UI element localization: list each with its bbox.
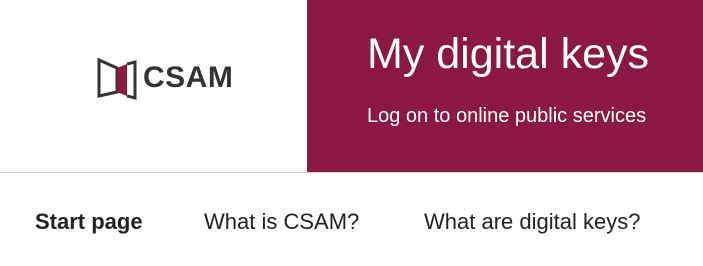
page-title: My digital keys [367,30,649,78]
csam-logo-link[interactable]: CSAM [97,56,233,100]
logo-text: CSAM [143,61,234,94]
main-nav: Start page What is CSAM? What are digita… [0,173,703,266]
nav-item-start-page[interactable]: Start page [35,207,143,237]
hero-banner: My digital keys Log on to online public … [307,0,703,172]
csam-logo-icon [97,57,137,100]
page-subtitle: Log on to online public services [367,105,647,127]
logo-area: CSAM [0,0,307,172]
site-header: CSAM My digital keys Log on to online pu… [0,0,703,172]
nav-item-what-is-csam[interactable]: What is CSAM? [204,207,359,237]
nav-item-what-are-digital-keys[interactable]: What are digital keys? [424,207,640,237]
